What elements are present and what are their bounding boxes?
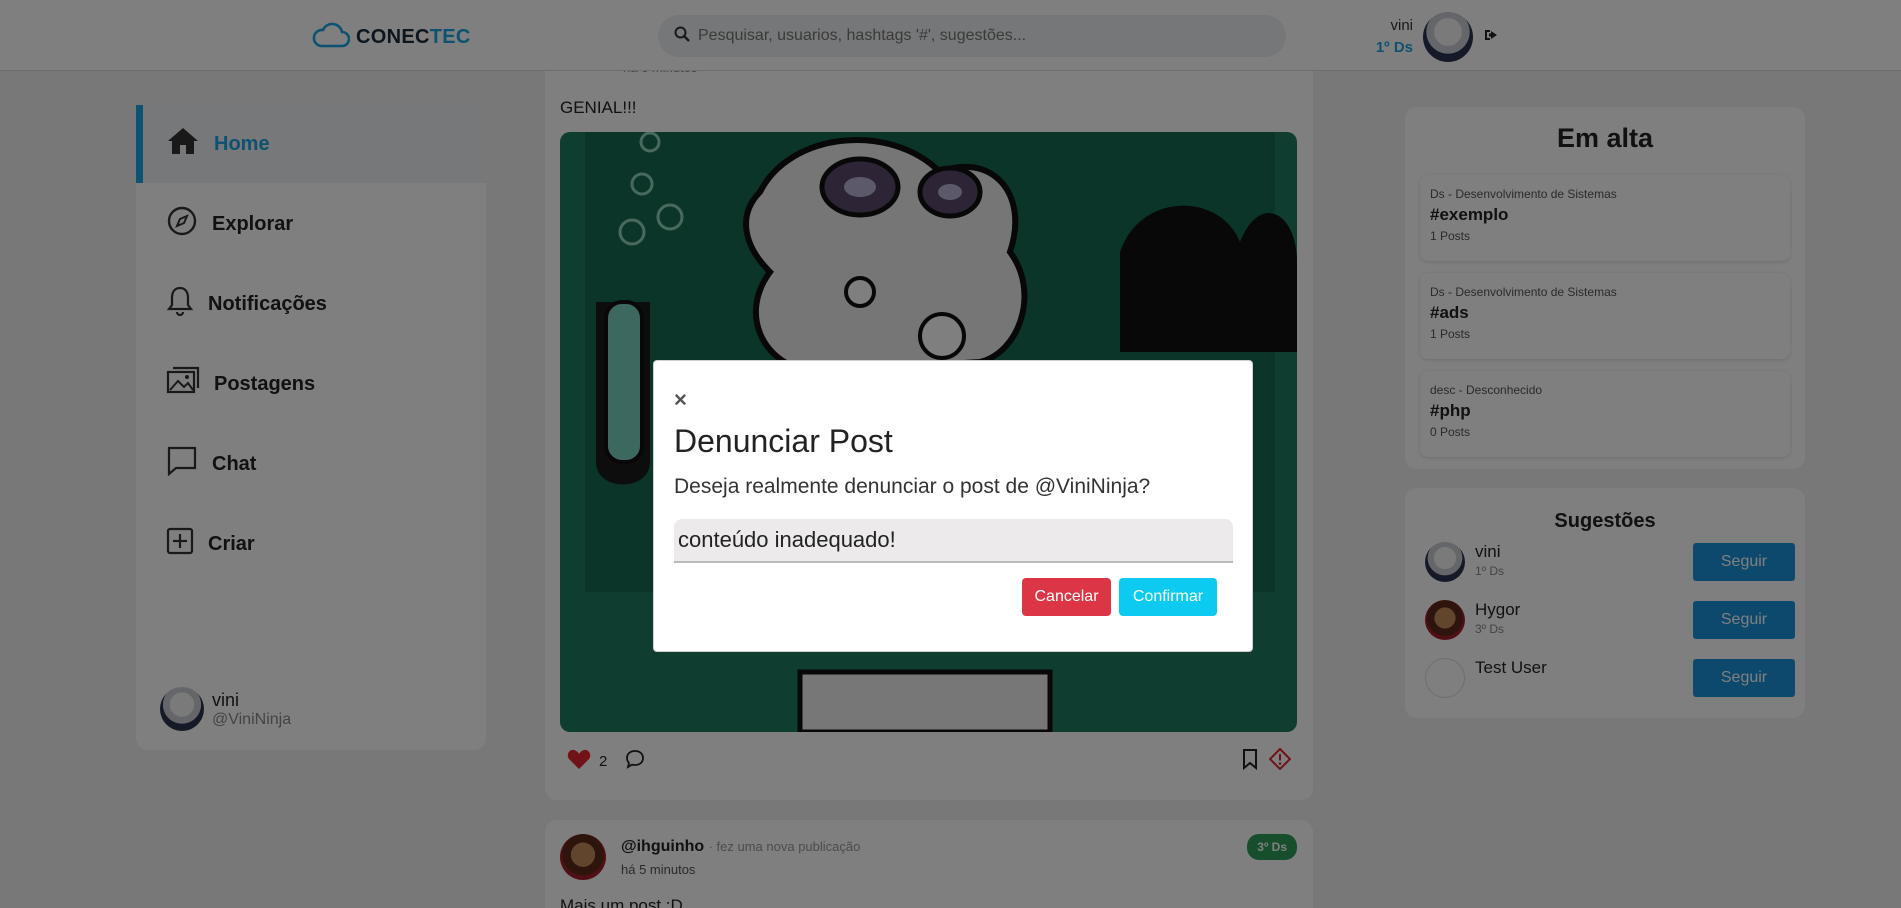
report-modal: × Denunciar Post Deseja realmente denunc…: [653, 360, 1253, 652]
modal-title: Denunciar Post: [674, 423, 893, 459]
report-reason-input[interactable]: [674, 519, 1233, 563]
cancel-button[interactable]: Cancelar: [1022, 578, 1111, 616]
modal-question: Deseja realmente denunciar o post de @Vi…: [674, 475, 1151, 498]
close-icon[interactable]: ×: [674, 387, 687, 413]
confirm-button[interactable]: Confirmar: [1119, 578, 1217, 616]
